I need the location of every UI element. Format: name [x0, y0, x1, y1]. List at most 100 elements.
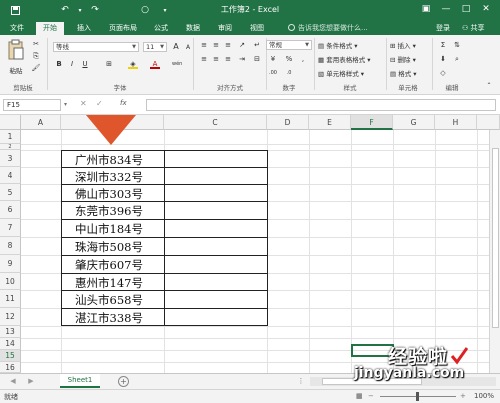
decrease-font-icon[interactable]: A	[183, 43, 193, 53]
cell-b12[interactable]: 湛江市338号	[75, 310, 143, 326]
column-header-f[interactable]: F	[351, 115, 393, 130]
row-header-7[interactable]: 7	[0, 219, 21, 237]
zoom-out-icon[interactable]: −	[368, 392, 374, 400]
orientation-icon[interactable]: ↗	[237, 40, 247, 50]
normal-view-icon[interactable]: ▦	[356, 392, 363, 400]
align-bottom-icon[interactable]: ≡	[223, 40, 233, 50]
row-header-15[interactable]: 15	[0, 350, 21, 362]
tell-me-search[interactable]: 告诉我您想要做什么...	[288, 22, 368, 34]
increase-decimal-icon[interactable]: .00	[268, 68, 278, 78]
maximize-icon[interactable]: □	[458, 2, 474, 16]
column-header-a[interactable]: A	[21, 115, 61, 130]
find-select-icon[interactable]: ⌕	[452, 54, 462, 64]
minimize-icon[interactable]: —	[438, 2, 454, 16]
add-sheet-icon[interactable]: +	[118, 376, 129, 387]
fill-icon[interactable]: ⬇	[438, 54, 448, 64]
percent-icon[interactable]: %	[284, 54, 294, 64]
autosum-icon[interactable]: Σ	[438, 40, 448, 50]
sheet-tab-sheet1[interactable]: Sheet1	[60, 374, 100, 388]
share-button[interactable]: ⚇ 共享	[462, 22, 485, 34]
comma-icon[interactable]: ,	[298, 54, 308, 64]
column-header-h[interactable]: H	[435, 115, 477, 130]
row-header-13[interactable]: 13	[0, 326, 21, 338]
collapse-ribbon-icon[interactable]: ⌃	[484, 81, 494, 91]
confirm-entry-icon[interactable]: ✓	[96, 99, 103, 108]
row-header-1[interactable]: 1	[0, 130, 21, 144]
row-header-16[interactable]: 16	[0, 362, 21, 373]
row-header-10[interactable]: 10	[0, 273, 21, 290]
vertical-scroll-thumb[interactable]	[492, 148, 499, 328]
tab-review[interactable]: 审阅	[211, 22, 239, 35]
italic-icon[interactable]: I	[67, 59, 77, 69]
zoom-in-icon[interactable]: +	[460, 392, 466, 400]
currency-icon[interactable]: ¥	[268, 54, 278, 64]
cell-b5[interactable]: 佛山市303号	[75, 186, 143, 202]
next-sheet-icon[interactable]: ▶	[26, 376, 36, 386]
tab-home[interactable]: 开始	[36, 22, 64, 35]
cell-b6[interactable]: 东莞市396号	[75, 203, 143, 219]
name-box[interactable]: F15	[3, 99, 61, 111]
format-as-table-button[interactable]: ▦ 套用表格格式 ▾	[318, 54, 371, 64]
number-format-combo[interactable]: 常规 ▼	[266, 40, 312, 50]
tab-formulas[interactable]: 公式	[147, 22, 175, 35]
insert-cells-button[interactable]: ⊞ 插入 ▾	[390, 40, 416, 50]
indent-icon[interactable]: ⇥	[237, 54, 247, 64]
align-left-icon[interactable]: ≡	[199, 54, 209, 64]
zoom-level[interactable]: 100%	[474, 392, 494, 400]
column-header-d[interactable]: D	[267, 115, 309, 130]
row-header-11[interactable]: 11	[0, 290, 21, 308]
decrease-decimal-icon[interactable]: .0	[284, 68, 294, 78]
tab-view[interactable]: 视图	[243, 22, 271, 35]
cell-b11[interactable]: 汕头市658号	[75, 292, 143, 308]
split-handle-icon[interactable]: ⋮	[296, 376, 306, 386]
copy-icon[interactable]: ⎘	[31, 51, 41, 61]
column-header-e[interactable]: E	[309, 115, 351, 130]
format-cells-button[interactable]: ▤ 格式 ▾	[390, 68, 417, 78]
row-header-8[interactable]: 8	[0, 237, 21, 255]
paste-button[interactable]: 粘贴	[7, 39, 25, 75]
row-header-6[interactable]: 6	[0, 201, 21, 219]
bold-icon[interactable]: B	[54, 59, 64, 69]
cell-b8[interactable]: 珠海市508号	[75, 239, 143, 255]
align-top-icon[interactable]: ≡	[199, 40, 209, 50]
conditional-format-button[interactable]: ▤ 条件格式 ▾	[318, 40, 358, 50]
tab-data[interactable]: 数据	[179, 22, 207, 35]
prev-sheet-icon[interactable]: ◀	[8, 376, 18, 386]
sign-in-link[interactable]: 登录	[436, 22, 450, 34]
ribbon-display-options-icon[interactable]: ▣	[418, 2, 434, 16]
close-icon[interactable]: ✕	[478, 2, 494, 16]
cancel-entry-icon[interactable]: ✕	[80, 99, 87, 108]
row-header-9[interactable]: 9	[0, 255, 21, 273]
chevron-down-icon[interactable]: ▾	[64, 101, 67, 108]
formula-input[interactable]	[146, 99, 496, 111]
row-header-3[interactable]: 3	[0, 150, 21, 167]
phonetic-icon[interactable]: wén	[172, 59, 182, 69]
tab-page-layout[interactable]: 页面布局	[103, 22, 143, 35]
row-header-5[interactable]: 5	[0, 184, 21, 201]
wrap-text-icon[interactable]: ↵	[252, 40, 262, 50]
increase-font-icon[interactable]: A	[171, 42, 181, 52]
cell-b10[interactable]: 惠州市147号	[75, 275, 143, 291]
align-middle-icon[interactable]: ≡	[211, 40, 221, 50]
clear-icon[interactable]: ◇	[438, 68, 448, 78]
borders-icon[interactable]: ⊞	[104, 59, 114, 69]
row-header-14[interactable]: 14	[0, 338, 21, 350]
insert-function-button[interactable]: fx	[120, 99, 144, 111]
cell-b4[interactable]: 深圳市332号	[75, 169, 143, 185]
zoom-slider-knob[interactable]	[416, 392, 419, 401]
vertical-scrollbar[interactable]	[489, 130, 500, 373]
fill-color-icon[interactable]: ◈	[128, 59, 138, 69]
font-color-icon[interactable]: A	[150, 59, 160, 69]
merge-center-icon[interactable]: ⊟	[252, 54, 262, 64]
font-name-combo[interactable]: 等线 ▼	[53, 42, 139, 52]
column-header-c[interactable]: C	[164, 115, 267, 130]
align-right-icon[interactable]: ≡	[223, 54, 233, 64]
tab-file[interactable]: 文件	[3, 22, 31, 35]
column-header-g[interactable]: G	[393, 115, 435, 130]
cut-icon[interactable]: ✂	[31, 39, 41, 49]
align-center-icon[interactable]: ≡	[211, 54, 221, 64]
sort-filter-icon[interactable]: ⇅	[452, 40, 462, 50]
underline-icon[interactable]: U	[80, 59, 90, 69]
cell-b3[interactable]: 广州市834号	[75, 152, 143, 168]
tab-insert[interactable]: 插入	[70, 22, 98, 35]
